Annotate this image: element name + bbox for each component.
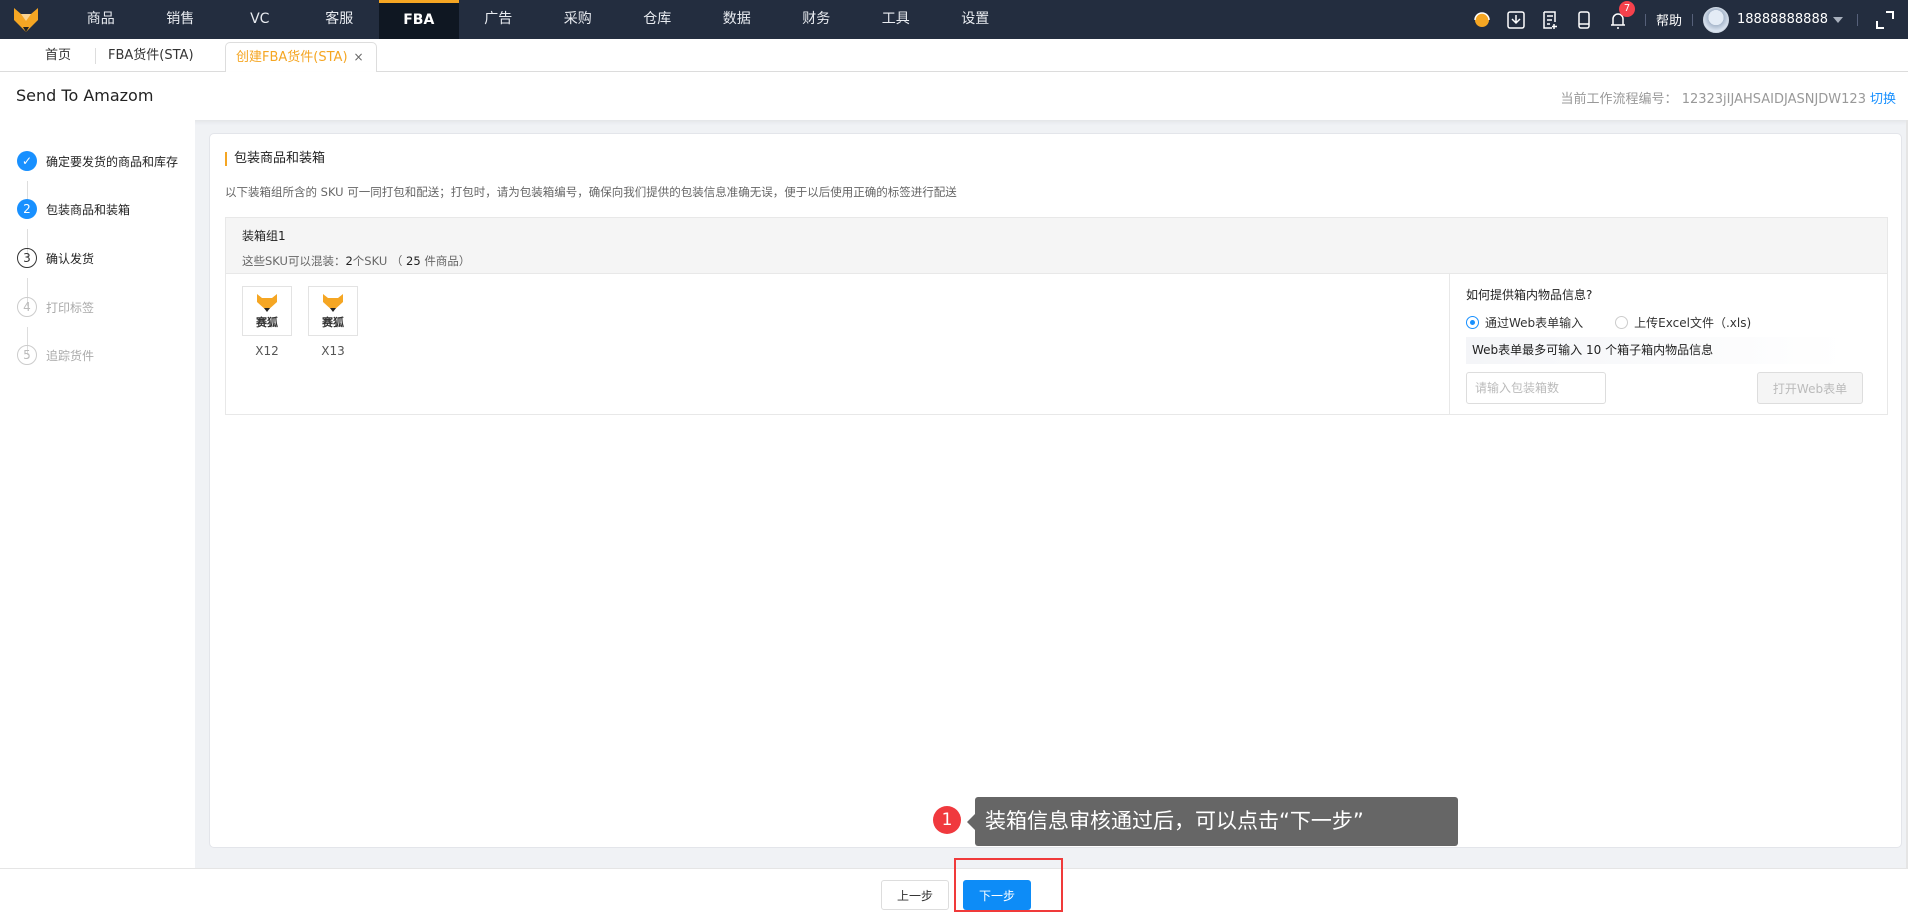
item-label: 件商品） — [424, 254, 471, 268]
paren: （ — [390, 254, 403, 268]
page-title: Send To Amazom — [16, 86, 154, 105]
summary-label: 这些SKU可以混装： — [242, 254, 346, 268]
info-prefix: Web表单最多可输入 — [1472, 343, 1583, 357]
sku-count: 2 — [345, 254, 353, 268]
logo-text: 赛狐 — [256, 315, 278, 329]
menu-item-6[interactable]: 采购 — [538, 0, 618, 39]
page-tabs: 首页 FBA货件(STA) 创建FBA货件(STA) × — [0, 39, 1908, 73]
product-sku: X13 — [321, 344, 345, 358]
prev-step-button[interactable]: 上一步 — [881, 880, 949, 910]
product-image: 赛狐 — [308, 286, 358, 336]
menu-item-4[interactable]: FBA — [379, 0, 459, 39]
fox-logo-icon — [323, 293, 343, 312]
download-icon[interactable] — [1505, 9, 1527, 31]
workflow-id: 12323jIJAHSAIDJASNJDW123 — [1681, 92, 1866, 107]
step-label: 确定要发货的商品和库存 — [46, 154, 179, 169]
info-suffix: 个箱子箱内物品信息 — [1605, 343, 1714, 357]
section-description: 以下装箱组所含的 SKU 可一同打包和配送；打包时，请为包装箱编号，确保向我们提… — [225, 185, 957, 199]
step-2: 2 包装商品和装箱 — [17, 199, 130, 219]
tab-fba-shipment[interactable]: FBA货件(STA) — [108, 39, 194, 72]
tab-create-fba-shipment[interactable]: 创建FBA货件(STA) × — [225, 42, 377, 73]
box-info-question: 如何提供箱内物品信息? — [1466, 288, 1593, 302]
step-number: 4 — [17, 297, 37, 317]
tab-label: 创建FBA货件(STA) — [236, 50, 348, 65]
max-boxes: 10 — [1586, 343, 1602, 357]
menu-item-5[interactable]: 广告 — [459, 0, 539, 39]
menu-item-1[interactable]: 销售 — [141, 0, 221, 39]
help-link[interactable]: 帮助 — [1656, 10, 1682, 29]
step-number: 3 — [17, 248, 37, 268]
item-count: 25 — [406, 254, 421, 268]
divider — [1857, 13, 1858, 26]
menu-item-11[interactable]: 设置 — [936, 0, 1016, 39]
step-1: ✓ 确定要发货的商品和库存 — [17, 151, 178, 171]
top-nav: 商品 销售 VC 客服 FBA 广告 采购 仓库 数据 财务 工具 设置 7 帮助 188888888… — [0, 0, 1908, 39]
switch-link[interactable]: 切换 — [1870, 92, 1896, 107]
packing-group: 装箱组1 这些SKU可以混装：2个SKU （ 25 件商品） 赛狐 X12 赛狐 X1… — [225, 217, 1888, 415]
step-3: 3 确认发货 — [17, 248, 94, 268]
product-item: 赛狐 X13 — [308, 286, 358, 358]
radio-label: 通过Web表单输入 — [1485, 316, 1584, 330]
workflow-info: 当前工作流程编号： 12323jIJAHSAIDJASNJDW123 切换 — [1561, 88, 1896, 107]
step-label: 打印标签 — [46, 300, 95, 315]
radio-excel-upload[interactable]: 上传Excel文件（.xls) — [1615, 314, 1751, 331]
sku-label: 个SKU — [352, 254, 388, 268]
step-5: 5 追踪货件 — [17, 345, 94, 365]
fox-logo-icon — [257, 293, 277, 312]
mobile-icon[interactable] — [1573, 9, 1595, 31]
menu-item-3[interactable]: 客服 — [300, 0, 380, 39]
menu-item-9[interactable]: 财务 — [777, 0, 857, 39]
radio-unchecked-icon[interactable] — [1615, 316, 1629, 329]
radio-checked-icon[interactable] — [1466, 316, 1479, 329]
web-form-info: Web表单最多可输入 10 个箱子箱内物品信息 — [1466, 337, 1846, 364]
open-web-form-button[interactable]: 打开Web表单 — [1757, 372, 1863, 404]
close-icon[interactable]: × — [354, 50, 364, 64]
customer-service-icon[interactable] — [1471, 9, 1493, 31]
notification-badge: 7 — [1619, 0, 1635, 17]
radio-label: 上传Excel文件（.xls) — [1634, 316, 1752, 330]
workflow-label: 当前工作流程编号： — [1560, 92, 1678, 107]
step-label: 包装商品和装箱 — [46, 202, 131, 217]
chevron-down-icon[interactable] — [1833, 17, 1843, 28]
product-item: 赛狐 X12 — [242, 286, 292, 358]
divider — [1692, 13, 1694, 26]
step-number: 2 — [17, 199, 37, 219]
annotation-number: 1 — [933, 806, 961, 834]
divider — [95, 48, 96, 64]
content-card: 包装商品和装箱 以下装箱组所含的 SKU 可一同打包和配送；打包时，请为包装箱编… — [209, 133, 1902, 848]
group-summary: 这些SKU可以混装：2个SKU （ 25 件商品） — [242, 253, 1871, 269]
annotation-tooltip: 装箱信息审核通过后，可以点击“下一步” — [967, 797, 1458, 846]
page-header: Send To Amazom 当前工作流程编号： 12323jIJAHSAIDJ… — [0, 72, 1908, 120]
step-label: 确认发货 — [46, 251, 95, 266]
step-label: 追踪货件 — [46, 348, 95, 363]
box-count-input[interactable] — [1466, 372, 1606, 404]
avatar[interactable] — [1703, 6, 1730, 33]
menu-item-2[interactable]: VC — [220, 0, 300, 39]
step-number: 5 — [17, 345, 37, 365]
menu-item-10[interactable]: 工具 — [856, 0, 936, 39]
menu-item-7[interactable]: 仓库 — [618, 0, 698, 39]
fullscreen-icon[interactable] — [1874, 9, 1896, 31]
box-info-panel: 如何提供箱内物品信息? 通过Web表单输入 上传Excel文件（.xls) We… — [1449, 274, 1888, 414]
product-sku: X12 — [255, 344, 279, 358]
group-header: 装箱组1 这些SKU可以混装：2个SKU （ 25 件商品） — [226, 218, 1887, 274]
section-title: 包装商品和装箱 — [225, 152, 325, 166]
step-4: 4 打印标签 — [17, 297, 94, 317]
check-icon: ✓ — [17, 151, 37, 171]
tab-home[interactable]: 首页 — [45, 39, 71, 72]
user-name[interactable]: 18888888888 — [1737, 12, 1828, 27]
divider — [1645, 13, 1646, 26]
product-image: 赛狐 — [242, 286, 292, 336]
group-name: 装箱组1 — [242, 229, 286, 243]
logo-icon[interactable] — [12, 6, 40, 34]
highlight-box — [954, 858, 1063, 912]
logo-text: 赛狐 — [322, 315, 344, 329]
main-menu: 商品 销售 VC 客服 FBA 广告 采购 仓库 数据 财务 工具 设置 — [61, 0, 1015, 39]
steps-sidebar: ✓ 确定要发货的商品和库存 2 包装商品和装箱 3 确认发货 4 打印标签 5 追踪货件 — [0, 120, 195, 868]
task-list-icon[interactable] — [1539, 9, 1561, 31]
bell-icon[interactable]: 7 — [1607, 0, 1635, 31]
radio-web-form[interactable]: 通过Web表单输入 — [1466, 314, 1583, 331]
menu-item-0[interactable]: 商品 — [61, 0, 141, 39]
menu-item-8[interactable]: 数据 — [697, 0, 777, 39]
